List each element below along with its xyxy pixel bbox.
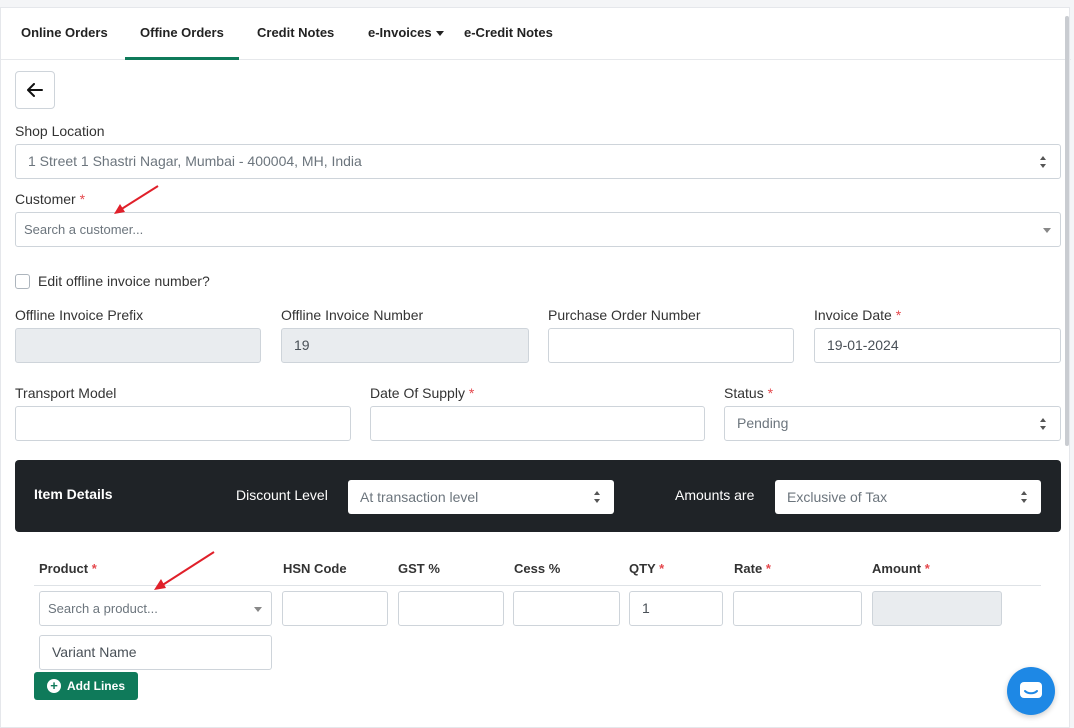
col-amount: Amount * xyxy=(872,561,930,576)
qty-input[interactable]: 1 xyxy=(629,591,723,626)
required-mark: * xyxy=(468,385,475,401)
required-mark: * xyxy=(895,307,902,323)
customer-search-input[interactable]: Search a customer... xyxy=(15,212,1061,247)
status-value: Pending xyxy=(737,415,789,431)
required-mark: * xyxy=(79,191,86,207)
col-rate-text: Rate xyxy=(734,561,763,576)
customer-label-text: Customer xyxy=(15,191,76,207)
status-label: Status * xyxy=(724,385,773,401)
order-tabs: Online Orders Offine Orders Credit Notes… xyxy=(1,8,1071,60)
invoice-date-input[interactable]: 19-01-2024 xyxy=(814,328,1061,363)
chevron-down-icon xyxy=(1043,228,1051,233)
tab-offline-orders[interactable]: Offine Orders xyxy=(125,8,239,60)
item-details-title: Item Details xyxy=(34,486,113,502)
add-lines-label: Add Lines xyxy=(66,679,125,693)
select-arrows-icon xyxy=(1021,491,1029,503)
amounts-are-label: Amounts are xyxy=(675,487,755,503)
shop-location-select[interactable]: 1 Street 1 Shastri Nagar, Mumbai - 40000… xyxy=(15,144,1061,179)
required-mark: * xyxy=(767,385,774,401)
col-product-text: Product xyxy=(39,561,89,576)
invoice-prefix-input[interactable] xyxy=(15,328,261,363)
col-rate: Rate * xyxy=(734,561,771,576)
product-search-input[interactable]: Search a product... xyxy=(39,591,272,626)
select-arrows-icon xyxy=(1040,418,1048,430)
transport-model-label: Transport Model xyxy=(15,385,117,401)
date-of-supply-label: Date Of Supply * xyxy=(370,385,474,401)
shop-location-label: Shop Location xyxy=(15,123,105,139)
col-qty: QTY * xyxy=(629,561,664,576)
invoice-date-label-text: Invoice Date xyxy=(814,307,892,323)
rate-input[interactable] xyxy=(733,591,862,626)
invoice-number-label: Offline Invoice Number xyxy=(281,307,424,323)
customer-placeholder: Search a customer... xyxy=(24,222,144,237)
amount-input[interactable] xyxy=(872,591,1002,626)
discount-level-select[interactable]: At transaction level xyxy=(348,480,614,514)
col-product: Product * xyxy=(39,561,97,576)
tab-e-invoices-label: e-Invoices xyxy=(368,25,432,40)
hsn-code-input[interactable] xyxy=(282,591,388,626)
select-arrows-icon xyxy=(1040,156,1048,168)
tab-e-credit-notes[interactable]: e-Credit Notes xyxy=(464,8,553,60)
plus-circle-icon: + xyxy=(46,679,61,693)
col-qty-text: QTY xyxy=(629,561,656,576)
variant-name-input[interactable]: Variant Name xyxy=(39,635,272,670)
chat-icon xyxy=(1020,682,1042,698)
product-placeholder: Search a product... xyxy=(48,601,158,616)
annotation-arrow-icon xyxy=(154,551,215,590)
chat-widget-button[interactable] xyxy=(1007,667,1055,715)
edit-invoice-label: Edit offline invoice number? xyxy=(38,273,210,289)
chevron-down-icon xyxy=(254,607,262,612)
back-arrow-icon xyxy=(27,83,43,97)
tab-offline-orders-label: Offine Orders xyxy=(140,25,224,40)
required-mark: * xyxy=(91,561,97,576)
shop-location-value: 1 Street 1 Shastri Nagar, Mumbai - 40000… xyxy=(28,153,362,169)
status-label-text: Status xyxy=(724,385,764,401)
date-of-supply-input[interactable] xyxy=(370,406,705,441)
amounts-are-select[interactable]: Exclusive of Tax xyxy=(775,480,1041,514)
required-mark: * xyxy=(924,561,930,576)
invoice-prefix-label: Offline Invoice Prefix xyxy=(15,307,144,323)
po-number-input[interactable] xyxy=(548,328,794,363)
item-details-bar: Item Details Discount Level At transacti… xyxy=(15,460,1061,532)
amounts-are-value: Exclusive of Tax xyxy=(787,489,888,505)
select-arrows-icon xyxy=(594,491,602,503)
col-cess: Cess % xyxy=(514,561,561,576)
required-mark: * xyxy=(765,561,771,576)
col-hsn: HSN Code xyxy=(283,561,347,576)
col-gst: GST % xyxy=(398,561,440,576)
invoice-number-input[interactable]: 19 xyxy=(281,328,529,363)
date-of-supply-label-text: Date Of Supply xyxy=(370,385,465,401)
transport-model-input[interactable] xyxy=(15,406,351,441)
add-lines-button[interactable]: + Add Lines xyxy=(34,672,138,700)
status-select[interactable]: Pending xyxy=(724,406,1061,441)
tab-online-orders[interactable]: Online Orders xyxy=(21,8,108,60)
tab-e-invoices[interactable]: e-Invoices xyxy=(368,8,444,60)
discount-level-value: At transaction level xyxy=(360,489,479,505)
required-mark: * xyxy=(659,561,665,576)
edit-invoice-checkbox[interactable] xyxy=(15,274,30,289)
annotation-arrow-icon xyxy=(114,185,159,214)
main-card: Online Orders Offine Orders Credit Notes… xyxy=(0,7,1071,728)
customer-label: Customer * xyxy=(15,191,85,207)
gst-input[interactable] xyxy=(398,591,504,626)
tab-credit-notes[interactable]: Credit Notes xyxy=(257,8,334,60)
chevron-down-icon xyxy=(435,31,444,37)
invoice-date-label: Invoice Date * xyxy=(814,307,901,323)
cess-input[interactable] xyxy=(513,591,620,626)
scrollbar[interactable] xyxy=(1065,16,1069,446)
col-amount-text: Amount xyxy=(872,561,922,576)
discount-level-label: Discount Level xyxy=(236,487,328,503)
po-number-label: Purchase Order Number xyxy=(548,307,701,323)
back-button[interactable] xyxy=(15,71,55,109)
